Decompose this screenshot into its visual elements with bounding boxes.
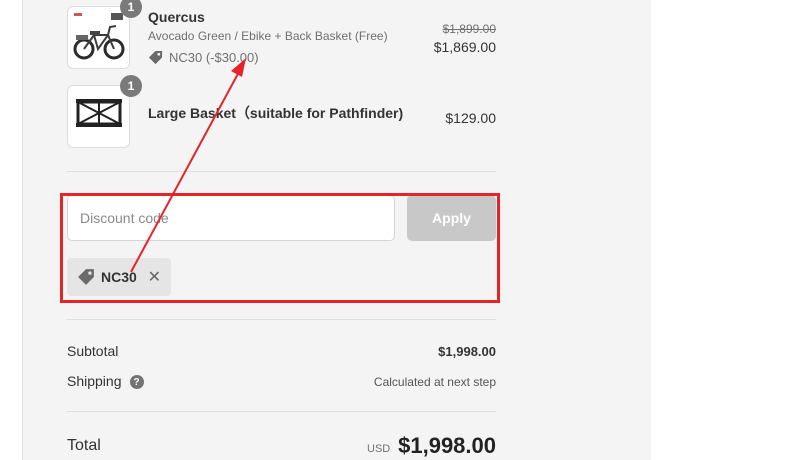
divider: [67, 319, 496, 320]
tag-icon: [78, 269, 94, 285]
product-discount: NC30 (-$30.00): [148, 50, 259, 65]
subtotal-value: $1,998.00: [438, 344, 496, 359]
shipping-value: Calculated at next step: [373, 375, 496, 389]
quantity-badge: 1: [120, 75, 142, 97]
product-thumbnail-ebike: [67, 6, 130, 69]
product-discount-label: NC30 (-$30.00): [169, 50, 259, 65]
product-title: Quercus: [148, 9, 205, 25]
total-currency: USD: [367, 443, 391, 455]
product-title: Large Basket（suitable for Pathfinder): [148, 105, 404, 121]
apply-button[interactable]: Apply: [407, 195, 496, 241]
close-icon[interactable]: ✕: [148, 267, 161, 287]
divider: [67, 411, 496, 412]
product-thumbnail-basket: [67, 85, 130, 148]
basket-image: [76, 99, 122, 127]
tag-icon: [148, 50, 163, 65]
divider: [67, 171, 496, 172]
ebike-image: [73, 13, 125, 60]
discount-code-input[interactable]: [67, 195, 395, 241]
subtotal-label: Subtotal: [67, 343, 119, 359]
total-label: Total: [67, 437, 101, 454]
help-icon[interactable]: ?: [129, 375, 144, 390]
applied-discount-code: NC30: [101, 269, 137, 285]
total-amount: $1,998.00: [398, 433, 496, 458]
product-price: $1,869.00: [433, 39, 496, 55]
original-price: $1,899.00: [442, 22, 496, 36]
product-price: $129.00: [445, 110, 496, 126]
applied-discount-chip: NC30 ✕: [67, 258, 171, 296]
product-variant: Avocado Green / Ebike + Back Basket (Fre…: [148, 29, 388, 43]
shipping-label-text: Shipping: [67, 373, 122, 389]
shipping-label: Shipping?: [67, 373, 144, 390]
